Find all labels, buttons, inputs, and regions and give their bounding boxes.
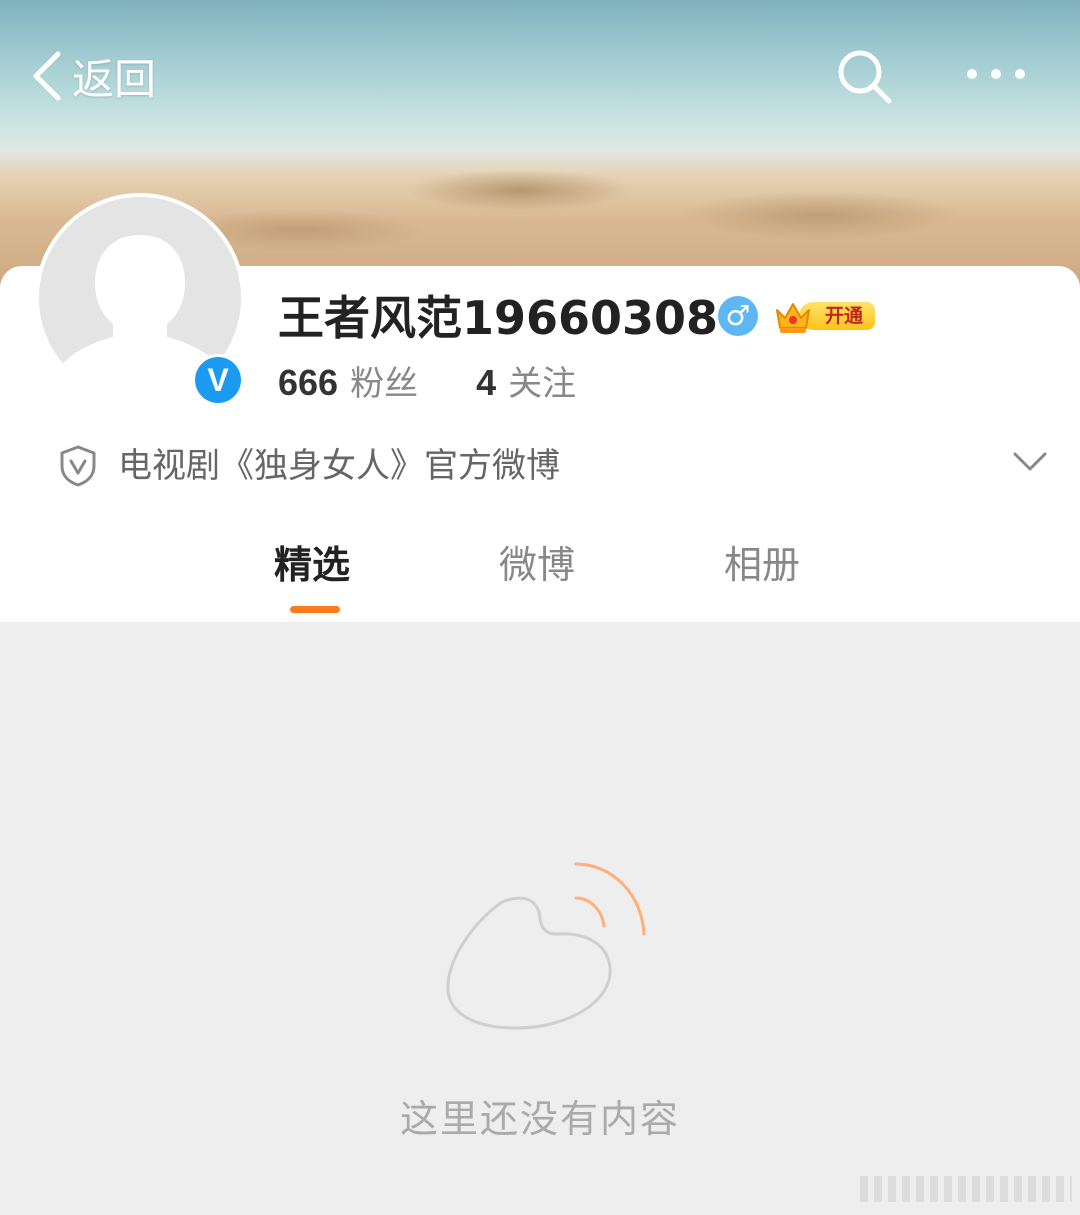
profile-tabs: 精选 微博 相册 — [0, 530, 1080, 622]
top-nav-bar: 返回 — [0, 0, 1080, 150]
profile-description-row[interactable]: 电视剧《独身女人》官方微博 — [58, 440, 1048, 492]
home-indicator — [860, 1176, 1072, 1202]
male-gender-icon: ♂ — [718, 296, 758, 336]
empty-state-message: 这里还没有内容 — [399, 1097, 680, 1141]
vip-open-button[interactable]: 开通 — [773, 296, 877, 336]
profile-stats: 666 粉丝 4 关注 — [278, 355, 576, 405]
chevron-left-icon — [33, 51, 61, 101]
chevron-down-icon — [1013, 452, 1047, 471]
tab-album[interactable]: 相册 — [724, 530, 800, 600]
tab-featured[interactable]: 精选 — [274, 530, 350, 600]
shield-verified-icon — [60, 445, 96, 487]
back-button[interactable]: 返回 — [30, 48, 156, 104]
followers-count: 666 — [278, 361, 339, 403]
weibo-logo-icon — [430, 850, 660, 1040]
search-button[interactable] — [836, 48, 894, 106]
profile-description: 电视剧《独身女人》官方微博 — [118, 446, 560, 486]
followers-label: 粉丝 — [350, 363, 419, 404]
active-tab-indicator — [290, 606, 340, 613]
search-icon — [838, 50, 892, 104]
followers-stat[interactable]: 666 粉丝 — [278, 356, 418, 405]
following-label: 关注 — [508, 363, 577, 404]
following-count: 4 — [476, 361, 497, 403]
crown-icon — [776, 303, 810, 333]
tab-weibo[interactable]: 微博 — [499, 530, 575, 600]
verified-v-icon: V — [195, 357, 241, 403]
more-button[interactable] — [962, 56, 1032, 92]
verified-badge: V — [192, 354, 244, 406]
profile-username: 王者风范19660308 — [278, 291, 719, 345]
back-label: 返回 — [72, 54, 157, 104]
more-dots-icon — [967, 69, 1025, 79]
following-stat[interactable]: 4 关注 — [476, 356, 576, 405]
